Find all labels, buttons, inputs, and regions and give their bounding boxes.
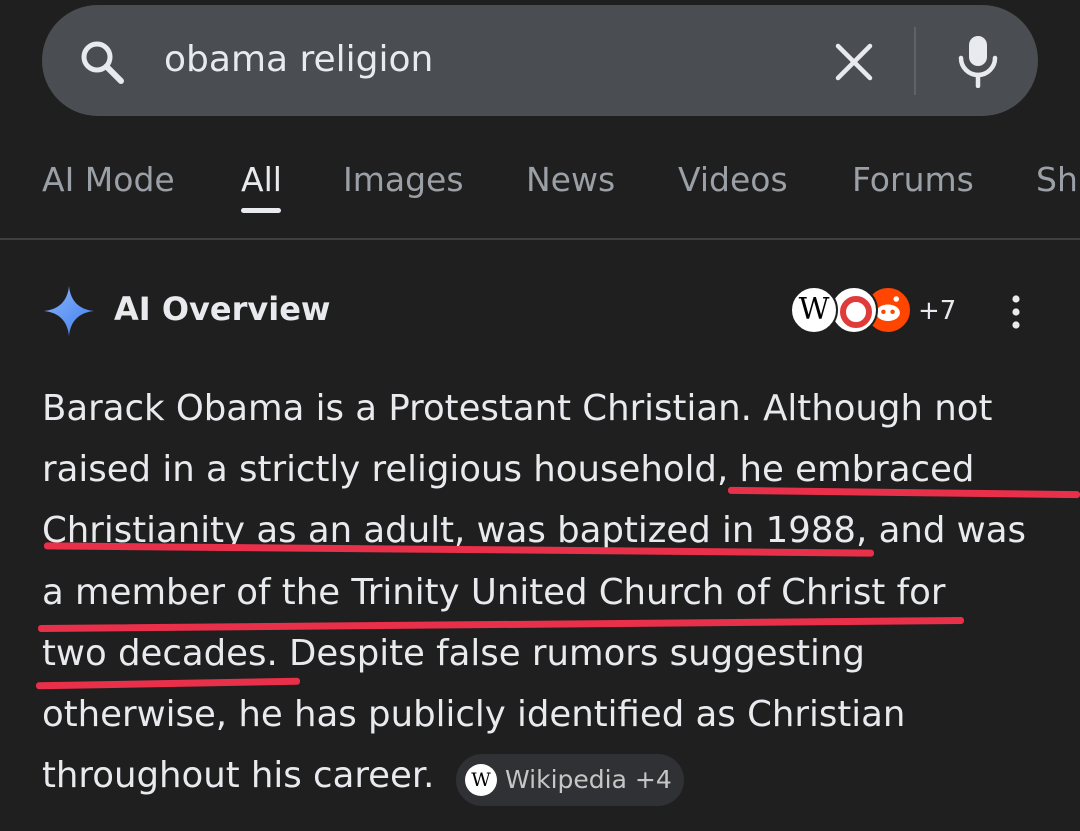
- source-chip[interactable]: W Wikipedia +4: [456, 754, 684, 806]
- tab-all[interactable]: All: [241, 158, 282, 202]
- search-icon[interactable]: [76, 36, 128, 88]
- search-divider: [914, 27, 916, 95]
- wikipedia-icon[interactable]: W: [790, 286, 838, 334]
- more-vert-icon[interactable]: [1004, 292, 1028, 332]
- overview-text-line: two decades. Despite false rumors sugges…: [42, 633, 865, 674]
- overview-text-line: throughout his career.: [42, 755, 435, 796]
- tab-shopping[interactable]: Sh: [1036, 158, 1078, 202]
- search-tabs: AI Mode All Images News Videos Forums Sh: [0, 150, 1080, 240]
- tab-news[interactable]: News: [526, 158, 615, 202]
- mic-icon[interactable]: [955, 34, 1001, 88]
- highlight-underline: [35, 677, 301, 690]
- ai-overview-title: AI Overview: [114, 290, 331, 328]
- more-sources-count[interactable]: +7: [918, 294, 956, 328]
- tabs-divider: [0, 238, 1080, 240]
- ai-sparkle-icon: [44, 286, 94, 336]
- tab-videos[interactable]: Videos: [678, 158, 788, 202]
- clear-icon[interactable]: [830, 38, 878, 86]
- highlight-underline: [37, 616, 965, 633]
- tab-forums[interactable]: Forums: [852, 158, 974, 202]
- search-input[interactable]: obama religion: [164, 36, 433, 84]
- overview-text-line: a member of the Trinity United Church of…: [42, 572, 946, 613]
- overview-text-line: raised in a strictly religious household…: [42, 449, 975, 490]
- highlight-underline: [727, 486, 1080, 499]
- active-tab-indicator: [241, 208, 281, 213]
- wikipedia-icon: W: [465, 764, 497, 796]
- source-chip-label: Wikipedia +4: [505, 765, 672, 794]
- overview-text-line: Barack Obama is a Protestant Christian. …: [42, 388, 993, 429]
- overview-text-line: otherwise, he has publicly identified as…: [42, 694, 906, 735]
- tab-images[interactable]: Images: [343, 158, 464, 202]
- tab-ai-mode[interactable]: AI Mode: [42, 158, 175, 202]
